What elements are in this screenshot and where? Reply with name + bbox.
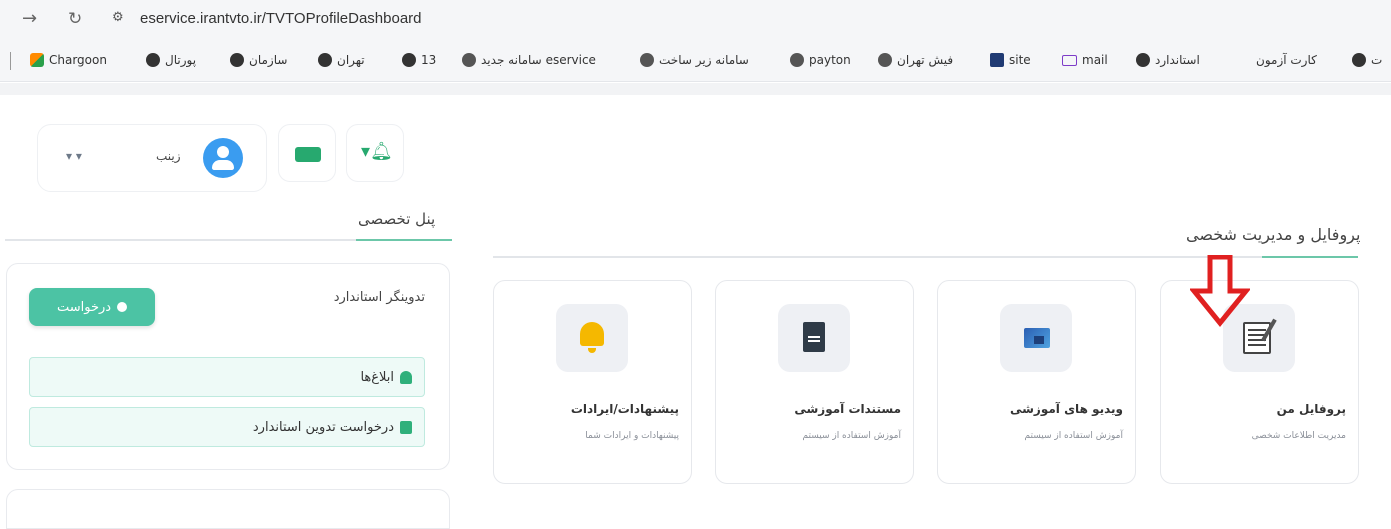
message-icon	[295, 147, 321, 162]
gray-circle-icon	[230, 53, 244, 67]
card-subtitle: مدیریت اطلاعات شخصی	[1251, 431, 1346, 441]
bookmark-13[interactable]: 13	[402, 53, 436, 67]
reload-icon[interactable]: ↻	[68, 9, 82, 29]
document-icon	[803, 322, 825, 352]
avatar[interactable]	[203, 138, 243, 178]
bookmark-site[interactable]: site	[990, 53, 1031, 67]
bell-icon	[400, 370, 412, 384]
bookmark-label: Chargoon	[49, 53, 107, 67]
bell-icon: ▾🔔︎	[361, 141, 393, 162]
panel-tab-title[interactable]: پنل تخصصی	[358, 210, 435, 228]
card-training-docs[interactable]: مستندات آموزشی آموزش استفاده از سیستم	[715, 280, 914, 484]
globe-icon	[640, 53, 654, 67]
site-icon	[990, 53, 1004, 67]
bookmark-label: فیش تهران	[897, 53, 954, 67]
card-title: پیشنهادات/ایرادات	[570, 402, 679, 416]
bookmark-label: 13	[421, 53, 437, 67]
notifications-button[interactable]: ▾🔔︎	[346, 124, 404, 182]
site-info-icon[interactable]: ⚙	[112, 10, 124, 25]
browser-address-bar: → ↻ ⚙ eservice.irantvto.ir/TVTOProfileDa…	[0, 0, 1391, 40]
bookmark-label: site	[1009, 53, 1031, 67]
active-tab-indicator	[356, 239, 452, 241]
forward-icon[interactable]: →	[22, 9, 37, 29]
top-band	[0, 83, 1391, 95]
bookmark-label: تهران	[337, 53, 365, 67]
bookmark-label: کارت آزمون	[1256, 53, 1317, 67]
payton-icon	[790, 53, 804, 67]
main-tab-title[interactable]: پروفایل و مدیریت شخصی	[1186, 225, 1360, 244]
file-icon	[400, 420, 412, 434]
gray-circle-icon	[1352, 53, 1366, 67]
bookmark-portal[interactable]: پورتال	[146, 53, 196, 67]
chevron-down-icon[interactable]: ▾ ▾	[66, 149, 82, 163]
red-down-arrow-icon	[1190, 255, 1250, 327]
menu-item-standard-request[interactable]: درخواست تدوین استاندارد	[29, 407, 425, 447]
plus-circle-icon	[117, 302, 128, 312]
bookmark-label: mail	[1082, 53, 1108, 67]
bookmark-chargoon[interactable]: Chargoon	[30, 53, 107, 67]
bookmark-label: ت	[1371, 53, 1383, 67]
bookmark-tehran[interactable]: تهران	[318, 53, 365, 67]
bookmark-new-eservice[interactable]: سامانه جدید eservice	[462, 53, 596, 67]
bookmark-label: استاندارد	[1155, 53, 1200, 67]
url-field[interactable]: eservice.irantvto.ir/TVTOProfileDashboar…	[140, 10, 422, 27]
bookmark-exam-card[interactable]: کارت آزمون	[1256, 53, 1317, 67]
card-training-videos[interactable]: ویدیو های آموزشی آموزش استفاده از سیستم	[937, 280, 1136, 484]
gray-circle-icon	[318, 53, 332, 67]
chargoon-logo-icon	[30, 53, 44, 67]
panel-tab-underline	[5, 239, 452, 241]
bookmark-standard[interactable]: استاندارد	[1136, 53, 1200, 67]
messages-button[interactable]	[278, 124, 336, 182]
dashboard-page: ▾ ▾ زینب ▾🔔︎ پنل تخصصی پروفایل و مدیریت …	[0, 83, 1391, 529]
globe-icon	[878, 53, 892, 67]
menu-item-label: درخواست تدوین استاندارد	[252, 419, 394, 435]
card-subtitle: آموزش استفاده از سیستم	[1024, 431, 1124, 441]
bookmark-fish-tehran[interactable]: فیش تهران	[878, 53, 953, 67]
bookmark-label: payton	[809, 53, 851, 67]
video-icon	[1024, 328, 1050, 348]
card-icon-box	[1000, 304, 1072, 372]
card-icon-box	[556, 304, 628, 372]
panel-card: تدوینگر استاندارد درخواست ابلاغ‌ها درخوا…	[6, 263, 450, 470]
bookmarks-separator	[10, 52, 11, 70]
bookmark-mail[interactable]: mail	[1062, 53, 1108, 67]
card-subtitle: آموزش استفاده از سیستم	[802, 431, 902, 441]
bookmark-label: سامانه زیر ساخت	[659, 53, 749, 67]
mail-icon	[1062, 54, 1077, 66]
bookmarks-bar: Chargoon پورتال سازمان تهران 13 سامانه ج…	[0, 40, 1391, 82]
card-suggestions[interactable]: پیشنهادات/ایرادات پیشنهادات و ایرادات شم…	[493, 280, 692, 484]
bookmark-label: سامانه جدید eservice	[481, 53, 596, 67]
menu-item-label: ابلاغ‌ها	[360, 369, 394, 385]
card-title: ویدیو های آموزشی	[1009, 402, 1123, 416]
globe-icon	[462, 53, 476, 67]
bell-icon	[580, 322, 604, 353]
request-button[interactable]: درخواست	[29, 288, 155, 326]
bookmark-label: سازمان	[249, 53, 288, 67]
bookmark-overflow[interactable]: ت	[1352, 53, 1382, 67]
gray-circle-icon	[146, 53, 160, 67]
card-subtitle: پیشنهادات و ایرادات شما	[585, 431, 679, 441]
user-menu[interactable]: ▾ ▾ زینب	[37, 124, 267, 192]
bookmark-label: پورتال	[165, 53, 197, 67]
user-name: زینب	[156, 149, 181, 163]
active-tab-indicator	[1262, 256, 1358, 258]
gray-circle-icon	[402, 53, 416, 67]
card-title: مستندات آموزشی	[794, 402, 901, 416]
panel-card-title: تدوینگر استاندارد	[333, 290, 425, 305]
bookmark-payton[interactable]: payton	[790, 53, 851, 67]
card-icon-box	[778, 304, 850, 372]
bookmark-sazman[interactable]: سازمان	[230, 53, 287, 67]
bookmark-infrastructure[interactable]: سامانه زیر ساخت	[640, 53, 749, 67]
card-title: پروفایل من	[1276, 402, 1346, 416]
gray-circle-icon	[1136, 53, 1150, 67]
menu-item-notices[interactable]: ابلاغ‌ها	[29, 357, 425, 397]
panel-card-secondary	[6, 489, 450, 529]
request-button-label: درخواست	[56, 299, 112, 315]
